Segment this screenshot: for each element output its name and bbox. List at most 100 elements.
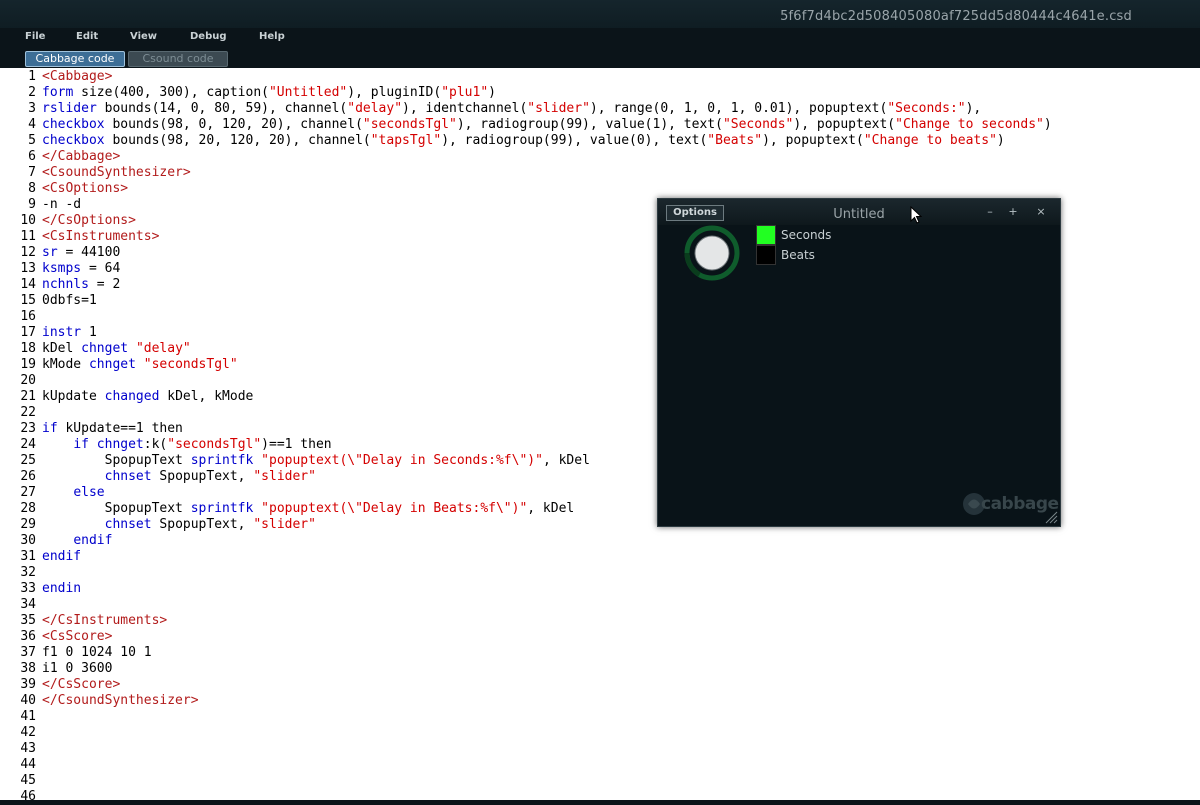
code-token: sprintfk [190,453,254,468]
code-line[interactable]: if kUpdate==1 then [42,421,183,437]
code-line[interactable]: <CsOptions> [42,181,128,197]
checkbox-beats[interactable]: Beats [756,245,815,265]
code-line[interactable]: sr = 44100 [42,245,120,261]
code-line[interactable]: </Cabbage> [42,149,120,165]
code-line[interactable]: ksmps = 64 [42,261,120,277]
code-token: ), range(0, 1, 0, 1, 0.01), popuptext( [589,101,888,116]
code-token: kDel [42,341,82,356]
code-line[interactable]: <CsScore> [42,629,112,645]
checkbox-seconds-box[interactable] [756,225,776,245]
delay-rotary-slider[interactable] [682,225,742,285]
line-number: 46 [20,789,36,804]
code-line[interactable]: endin [42,581,81,597]
menu-view[interactable]: View [130,31,157,42]
close-button[interactable]: × [1035,205,1047,218]
code-token: kMode [42,357,89,372]
code-line[interactable]: 0dbfs=1 [42,293,97,309]
code-line[interactable]: </CsScore> [42,677,120,693]
line-number: 31 [20,549,36,564]
checkbox-seconds[interactable]: Seconds [756,225,831,245]
line-number: 39 [20,677,36,692]
code-line[interactable]: </CsoundSynthesizer> [42,693,199,709]
line-number-gutter: 1 2 3 4 5 6 7 8 9 10 11 12 13 14 15 16 17 18 19 20 21 22 23 24 2… [0,68,38,804]
code-line[interactable]: </CsOptions> [42,213,136,229]
code-token: SpopupText [42,453,191,468]
code-line[interactable]: checkbox bounds(98, 20, 120, 20), channe… [42,133,1005,149]
line-number: 41 [20,709,36,724]
line-number: 3 [28,101,36,116]
line-number: 20 [20,373,36,388]
code-token: -n -d [42,197,82,212]
menu-file[interactable]: File [25,31,45,42]
code-line[interactable]: nchnls = 2 [42,277,120,293]
slider-knob[interactable] [694,235,730,271]
resize-grip-icon[interactable] [1044,510,1058,524]
code-token: "tapsTgl" [370,133,442,148]
line-number: 8 [28,181,36,196]
code-token: SpopupText, [151,469,254,484]
line-number: 40 [20,693,36,708]
code-line[interactable]: else [42,485,104,501]
code-line[interactable]: <Cabbage> [42,69,112,85]
line-number: 7 [28,165,36,180]
mouse-cursor-icon [910,206,922,224]
code-line[interactable]: kUpdate changed kDel, kMode [42,389,253,405]
minimize-button[interactable]: – [984,205,996,218]
code-token: ) [996,133,1005,148]
code-line[interactable]: -n -d [42,197,81,213]
line-number: 13 [20,261,36,276]
tab-bar: Cabbage code Csound code [0,50,1200,68]
line-number: 19 [20,357,36,372]
line-number: 26 [20,469,36,484]
code-line[interactable]: <CsoundSynthesizer> [42,165,191,181]
code-token: "secondsTgl" [362,117,457,132]
code-line[interactable]: checkbox bounds(98, 0, 120, 20), channel… [42,117,1052,133]
code-line[interactable]: <CsInstruments> [42,229,159,245]
code-token: </CsoundSynthesizer> [42,693,199,708]
code-token: checkbox [42,117,105,132]
tab-csound-code[interactable]: Csound code [128,51,228,67]
tab-cabbage-code[interactable]: Cabbage code [25,51,125,67]
code-line[interactable]: if chnget:k("secondsTgl")==1 then [42,437,331,453]
code-line[interactable]: f1 0 1024 10 1 [42,645,152,661]
code-token: nchnls [42,277,89,292]
line-number: 21 [20,389,36,404]
menu-help[interactable]: Help [259,31,285,42]
code-token: "delay" [135,341,191,356]
code-line[interactable]: kMode chnget "secondsTgl" [42,357,238,373]
code-line[interactable]: SpopupText sprintfk "popuptext(\"Delay i… [42,501,575,517]
code-line[interactable]: kDel chnget "delay" [42,341,191,357]
code-token: "Change to beats" [863,133,997,148]
code-line[interactable]: form size(400, 300), caption("Untitled")… [42,85,496,101]
code-token: ), popuptext( [762,133,864,148]
code-token: ), identchannel( [402,101,528,116]
checkbox-seconds-label: Seconds [781,228,832,242]
code-line[interactable]: chnset SpopupText, "slider" [42,469,316,485]
plugin-titlebar[interactable]: Options Untitled – + × [658,199,1060,225]
line-number: 42 [20,725,36,740]
checkbox-beats-label: Beats [781,248,815,262]
line-number: 30 [20,533,36,548]
code-line[interactable]: endif [42,533,112,549]
maximize-button[interactable]: + [1007,205,1019,218]
code-token: sprintfk [190,501,254,516]
code-token: endif [42,549,82,564]
code-token: <CsInstruments> [42,229,160,244]
code-line[interactable]: instr 1 [42,325,97,341]
code-line[interactable]: SpopupText sprintfk "popuptext(\"Delay i… [42,453,590,469]
line-number: 32 [20,565,36,580]
code-token: "slider" [527,101,590,116]
code-line[interactable]: chnset SpopupText, "slider" [42,517,316,533]
code-token: ) [1043,117,1052,132]
code-line[interactable]: endif [42,549,81,565]
code-line[interactable]: </CsInstruments> [42,613,167,629]
line-number: 6 [28,149,36,164]
code-token: "Untitled" [268,85,348,100]
code-line[interactable]: rslider bounds(14, 0, 80, 59), channel("… [42,101,981,117]
code-line[interactable]: i1 0 3600 [42,661,112,677]
menu-edit[interactable]: Edit [76,31,98,42]
menu-debug[interactable]: Debug [190,31,227,42]
checkbox-beats-box[interactable] [756,245,776,265]
